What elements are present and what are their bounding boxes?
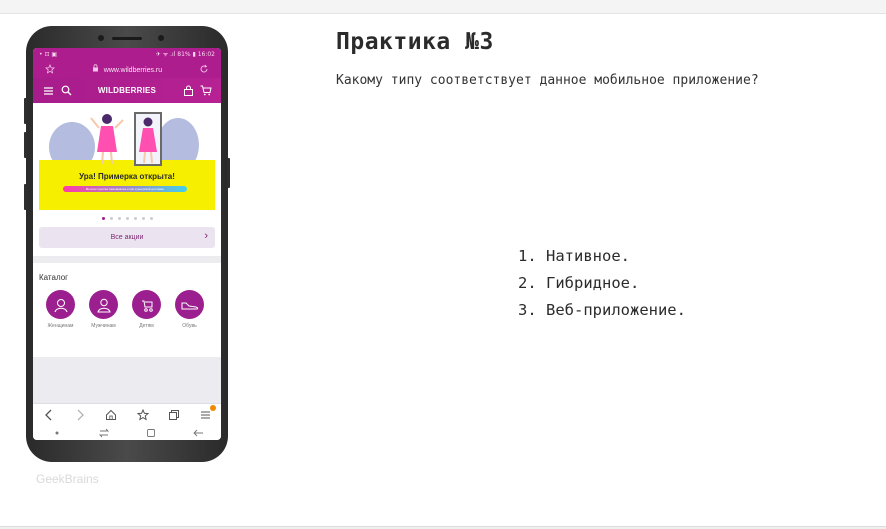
phone-screen: • ⊡ ▣ ✈ ᯤ .ıl 81% ▮ 16:02 www.wildberrie…: [33, 48, 221, 440]
carousel-dots: [39, 217, 215, 220]
answer-option: 3. Веб-приложение.: [518, 301, 686, 319]
browser-toolbar: [33, 403, 221, 425]
url-text[interactable]: www.wildberries.ru: [104, 67, 162, 74]
slide-title: Практика №3: [336, 29, 494, 55]
slide-question: Какому типу соответствует данное мобильн…: [336, 73, 759, 88]
browser-menu-icon[interactable]: [198, 404, 217, 422]
banner-yellow: [39, 160, 215, 210]
promo-card: Ура! Примерка открыта! Во всех пунктах с…: [33, 103, 221, 256]
phone-volume-up: [24, 98, 27, 124]
tabs-icon[interactable]: [167, 408, 181, 422]
catalog-section: Каталог Женщинам Мужчинам Детям Обувь: [33, 263, 221, 357]
carousel-dot[interactable]: [149, 217, 153, 220]
forward-icon[interactable]: [73, 408, 87, 422]
star-icon[interactable]: [43, 62, 57, 76]
girl-reflection-illustration: [139, 117, 157, 164]
carousel-dot[interactable]: [109, 217, 113, 220]
back-icon[interactable]: [42, 408, 56, 422]
catalog-title: Каталог: [39, 273, 69, 282]
bookmark-icon[interactable]: [136, 408, 150, 422]
catalog-item-kids[interactable]: Детям: [125, 290, 168, 329]
android-back-icon[interactable]: [191, 426, 205, 440]
phone-speaker: [112, 37, 142, 40]
status-left: • ⊡ ▣: [39, 50, 58, 58]
woman-icon: [46, 290, 75, 319]
all-promos-button[interactable]: Все акции ›: [39, 227, 215, 248]
brand-logo[interactable]: WILDBERRIES: [75, 86, 179, 95]
carousel-dot[interactable]: [133, 217, 137, 220]
catalog-item-women[interactable]: Женщинам: [39, 290, 82, 329]
search-icon[interactable]: [59, 84, 73, 98]
carousel-dot[interactable]: [117, 217, 121, 220]
man-icon: [89, 290, 118, 319]
menu-icon[interactable]: [41, 84, 55, 98]
catalog-item-label: Женщинам: [47, 323, 74, 329]
carousel-dot[interactable]: [125, 217, 129, 220]
shoe-icon: [175, 290, 204, 319]
answer-options: 1. Нативное. 2. Гибридное. 3. Веб-прилож…: [518, 247, 686, 328]
answer-option: 2. Гибридное.: [518, 274, 640, 292]
banner-subtitle: Во всех пунктах самовывоза и при курьерс…: [63, 186, 187, 192]
recents-icon[interactable]: [97, 426, 111, 440]
geekbrains-watermark: GeekBrains: [36, 472, 99, 486]
status-bar: • ⊡ ▣ ✈ ᯤ .ıl 81% ▮ 16:02: [33, 48, 221, 60]
top-band: [0, 0, 886, 14]
promo-banner[interactable]: Ура! Примерка открыта! Во всех пунктах с…: [39, 108, 215, 210]
app-header: WILDBERRIES: [33, 78, 221, 103]
girl-illustration: [90, 114, 124, 165]
answer-option: 1. Нативное.: [518, 247, 630, 265]
android-nav-bar: [33, 425, 221, 440]
home-icon[interactable]: [104, 408, 118, 422]
catalog-item-men[interactable]: Мужчинам: [82, 290, 125, 329]
all-promos-label: Все акции: [110, 234, 144, 241]
catalog-item-label: Мужчинам: [91, 323, 116, 329]
cart-icon[interactable]: [199, 84, 213, 98]
status-right: ✈ ᯤ .ıl 81% ▮ 16:02: [155, 51, 215, 58]
phone-bixby-button: [24, 184, 27, 210]
stroller-icon: [132, 290, 161, 319]
reload-icon[interactable]: [197, 62, 211, 76]
notification-badge: [210, 404, 217, 411]
profile-icon[interactable]: [181, 84, 195, 98]
catalog-item-shoes[interactable]: Обувь: [168, 290, 211, 329]
url-bar[interactable]: www.wildberries.ru: [33, 60, 221, 78]
phone-power-button: [227, 158, 230, 188]
banner-title: Ура! Примерка открыта!: [79, 172, 175, 181]
chevron-right-icon: ›: [204, 230, 208, 242]
phone-sensor: [98, 35, 104, 41]
phone-volume-down: [24, 132, 27, 158]
carousel-dot[interactable]: [101, 217, 105, 220]
android-home-icon[interactable]: [144, 426, 158, 440]
phone-mockup: • ⊡ ▣ ✈ ᯤ .ıl 81% ▮ 16:02 www.wildberrie…: [24, 26, 230, 462]
lock-icon: [92, 64, 100, 72]
catalog-row: Женщинам Мужчинам Детям Обувь: [39, 290, 215, 329]
dot-icon: [50, 426, 64, 440]
catalog-item-label: Детям: [139, 323, 154, 329]
carousel-dot[interactable]: [141, 217, 145, 220]
catalog-item-label: Обувь: [182, 323, 197, 329]
phone-camera: [158, 35, 164, 41]
